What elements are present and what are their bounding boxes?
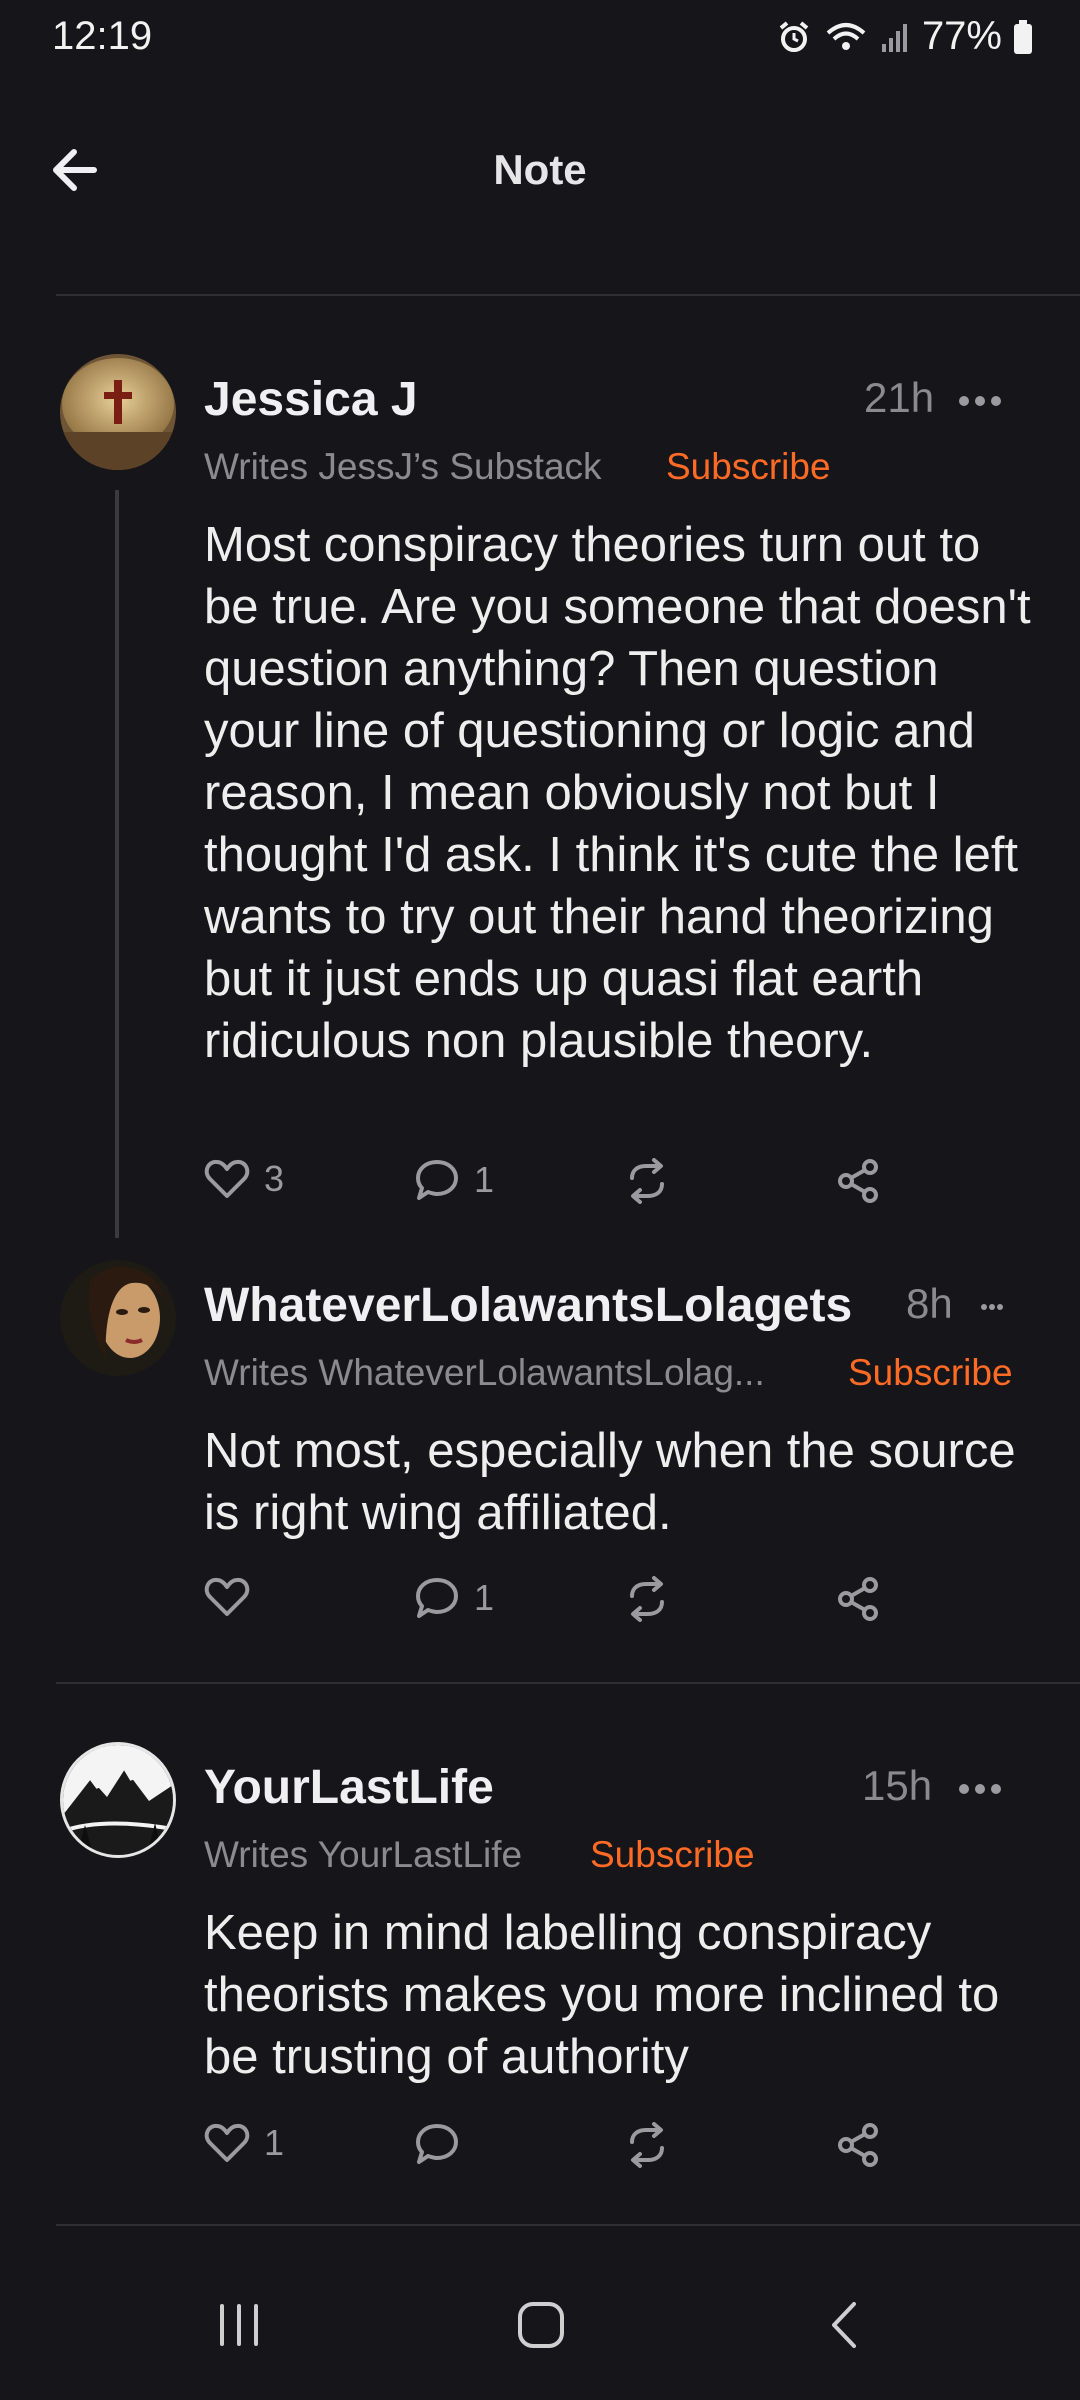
comment-bubble-icon — [414, 1158, 460, 1202]
system-nav-bar — [0, 2260, 1080, 2400]
status-bar: 12:19 77% — [0, 0, 1080, 80]
note-body: Keep in mind labelling conspiracy theori… — [204, 1906, 1000, 2084]
restack-icon — [624, 1158, 670, 1204]
more-dots-icon — [980, 1300, 1004, 1317]
more-dots-icon — [958, 1782, 1002, 1799]
heart-icon — [204, 1576, 250, 1618]
battery-percent: 77% — [921, 14, 1002, 58]
avatar[interactable] — [60, 354, 176, 470]
like-button[interactable]: 3 — [204, 1158, 284, 1200]
like-count: 3 — [264, 1158, 285, 1199]
comment-bubble-icon — [414, 2122, 460, 2166]
heart-icon — [204, 2122, 250, 2164]
subscribe-button[interactable]: Subscribe — [590, 1834, 755, 1876]
note-body: Not most, especially when the source is … — [204, 1424, 1016, 1540]
note-time: 8h — [906, 1280, 953, 1327]
comment-bubble-icon — [414, 1576, 460, 1620]
comment-count: 1 — [474, 1577, 495, 1618]
page-title: Note — [493, 146, 587, 193]
comment-button[interactable] — [414, 2122, 474, 2166]
comment-count: 1 — [474, 1159, 495, 1200]
author-name[interactable]: WhateverLolawantsLolagets — [204, 1278, 852, 1333]
header-divider — [56, 294, 1080, 296]
publication-line[interactable]: Writes YourLastLife — [204, 1834, 522, 1876]
restack-button[interactable] — [624, 2122, 670, 2168]
note-divider — [56, 1682, 1080, 1684]
heart-icon — [204, 1158, 250, 1200]
note-body: Most conspiracy theories turn out to be … — [204, 518, 1031, 1068]
home-button[interactable] — [516, 2300, 566, 2355]
home-icon — [516, 2302, 566, 2354]
more-options-button[interactable] — [958, 394, 1002, 406]
share-button[interactable] — [836, 2122, 880, 2168]
top-app-bar: Note — [0, 120, 1080, 220]
avatar[interactable] — [60, 1742, 176, 1858]
share-icon — [836, 2122, 880, 2168]
subscribe-button[interactable]: Subscribe — [666, 446, 831, 488]
wifi-icon — [824, 19, 868, 55]
more-options-button[interactable] — [980, 1300, 1024, 1312]
restack-button[interactable] — [624, 1576, 670, 1622]
restack-icon — [624, 1576, 670, 1622]
author-name[interactable]: Jessica J — [204, 372, 418, 427]
note-actions: 1 — [204, 2122, 904, 2182]
author-name[interactable]: YourLastLife — [204, 1760, 494, 1815]
thread-line — [115, 490, 119, 1238]
avatar[interactable] — [60, 1260, 176, 1376]
note-divider — [56, 2224, 1080, 2226]
status-time: 12:19 — [52, 14, 153, 58]
note-time: 21h — [864, 374, 935, 421]
comment-button[interactable]: 1 — [414, 1158, 494, 1202]
share-icon — [836, 1158, 880, 1204]
battery-icon — [1014, 19, 1032, 54]
note-actions: 1 — [204, 1576, 904, 1636]
recents-button[interactable] — [214, 2300, 264, 2355]
system-back-button[interactable] — [824, 2300, 864, 2355]
share-icon — [836, 1576, 880, 1622]
publication-line[interactable]: Writes JessJ’s Substack — [204, 446, 602, 488]
alarm-icon — [776, 19, 812, 55]
comment-button[interactable]: 1 — [414, 1576, 494, 1620]
restack-button[interactable] — [624, 1158, 670, 1204]
like-button[interactable] — [204, 1576, 264, 1618]
like-count: 1 — [264, 2122, 285, 2163]
signal-icon — [880, 20, 910, 54]
subscribe-button[interactable]: Subscribe — [848, 1352, 1013, 1394]
more-options-button[interactable] — [958, 1782, 1002, 1794]
status-icons: 77% — [776, 14, 1032, 59]
restack-icon — [624, 2122, 670, 2168]
chevron-left-icon — [824, 2302, 864, 2354]
publication-line[interactable]: Writes WhateverLolawantsLolag... — [204, 1352, 765, 1394]
note-actions: 3 1 — [204, 1158, 904, 1218]
recents-icon — [214, 2304, 264, 2354]
like-button[interactable]: 1 — [204, 2122, 284, 2164]
share-button[interactable] — [836, 1158, 880, 1204]
more-dots-icon — [958, 394, 1002, 411]
note-time: 15h — [862, 1762, 933, 1809]
share-button[interactable] — [836, 1576, 880, 1622]
